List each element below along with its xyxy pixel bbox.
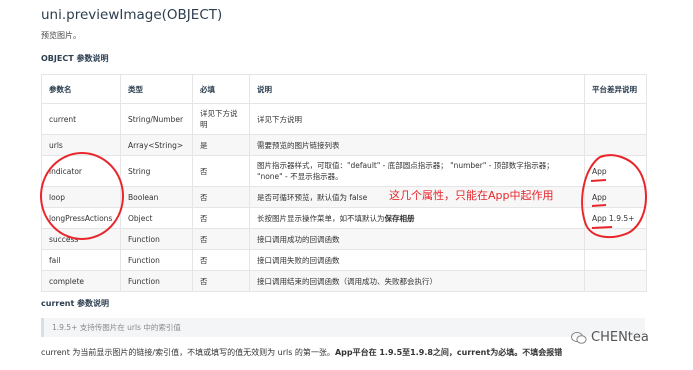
underline-mark [591,226,613,229]
wechat-icon [571,331,587,344]
underline-mark [590,179,607,182]
left-circle-mark [40,152,124,240]
watermark: CHENtea [571,330,649,345]
annotation-text: 这几个属性，只能在App中起作用 [389,189,554,202]
underline-mark [591,204,607,207]
watermark-text: CHENtea [591,330,649,345]
right-circle-mark [581,154,647,239]
red-annotation-marks [40,152,647,240]
